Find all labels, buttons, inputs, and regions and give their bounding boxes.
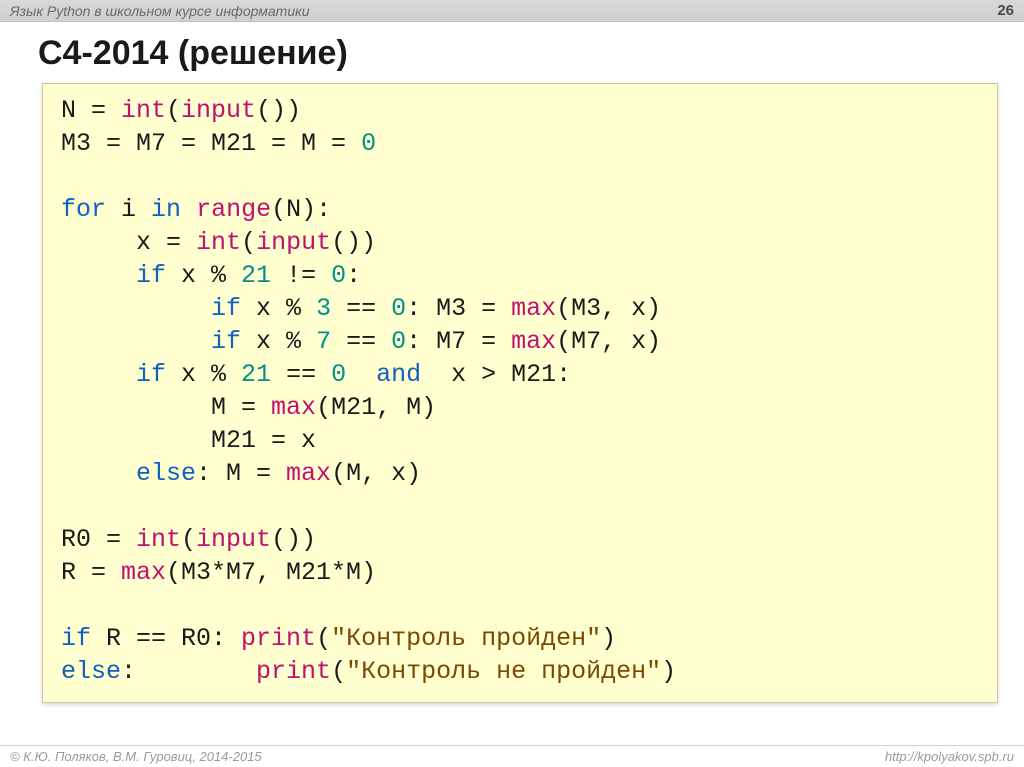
slide: Язык Python в школьном курсе информатики… bbox=[0, 0, 1024, 767]
copyright: © К.Ю. Поляков, В.М. Гуровиц, 2014-2015 bbox=[10, 749, 262, 764]
code-listing: N = int(input()) M3 = M7 = M21 = M = 0 f… bbox=[61, 94, 979, 688]
page-number: 26 bbox=[997, 2, 1014, 19]
footer: © К.Ю. Поляков, В.М. Гуровиц, 2014-2015 … bbox=[0, 745, 1024, 767]
code-box: N = int(input()) M3 = M7 = M21 = M = 0 f… bbox=[42, 83, 998, 703]
slide-title: C4-2014 (решение) bbox=[0, 22, 1024, 83]
lecture-title: Язык Python в школьном курсе информатики bbox=[10, 3, 310, 19]
topbar: Язык Python в школьном курсе информатики… bbox=[0, 0, 1024, 22]
source-url: http://kpolyakov.spb.ru bbox=[885, 749, 1014, 764]
